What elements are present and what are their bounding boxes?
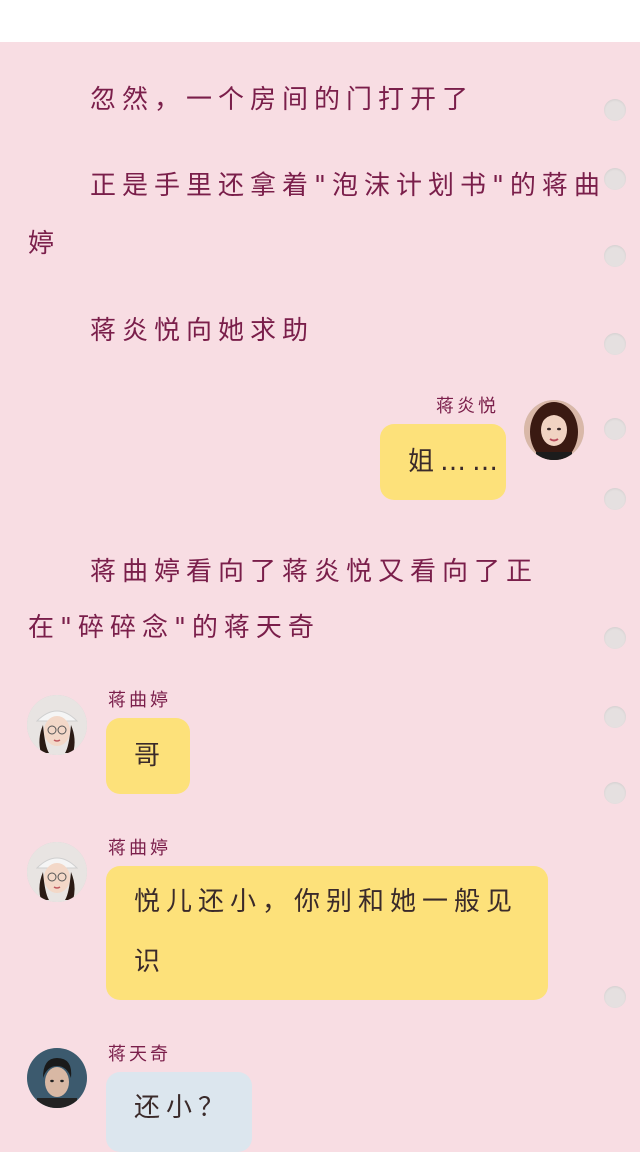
binder-hole-icon [604, 488, 626, 510]
binder-hole-icon [604, 418, 626, 440]
man-dark-hair-avatar[interactable] [27, 1048, 87, 1108]
binder-hole-icon [604, 627, 626, 649]
binder-hole-icon [604, 99, 626, 121]
binder-hole-icon [604, 245, 626, 267]
message-text: 姐…… [408, 447, 505, 477]
sender-name: 蒋曲婷 [108, 690, 171, 711]
message-text: 还小？ [134, 1093, 231, 1123]
binder-hole-icon [604, 986, 626, 1008]
binder-hole-icon [604, 782, 626, 804]
narration-line: 在"碎碎念"的蒋天奇 [28, 613, 320, 643]
message-text: 哥 [134, 741, 167, 771]
message-text: 悦儿还小，你别和她一般见 [134, 887, 519, 917]
woman-dark-hair-avatar[interactable] [524, 400, 584, 460]
sender-name: 蒋天奇 [108, 1044, 171, 1065]
top-status-area [0, 0, 640, 42]
narration-line: 婷 [28, 229, 61, 259]
message-bubble[interactable]: 哥 [106, 718, 190, 794]
message-bubble[interactable]: 姐…… [380, 424, 506, 500]
binder-hole-icon [604, 706, 626, 728]
narration-line: 蒋曲婷看向了蒋炎悦又看向了正 [90, 557, 539, 587]
narration-line: 正是手里还拿着"泡沫计划书"的蒋曲 [90, 171, 606, 201]
message-text: 识 [134, 947, 167, 977]
sender-name: 蒋曲婷 [108, 838, 171, 859]
message-bubble[interactable]: 还小？ [106, 1072, 252, 1152]
sender-name: 蒋炎悦 [436, 396, 499, 417]
message-bubble[interactable]: 悦儿还小，你别和她一般见 识 [106, 866, 548, 1000]
binder-hole-icon [604, 333, 626, 355]
woman-white-cap-avatar[interactable] [27, 842, 87, 902]
narration-line: 忽然，一个房间的门打开了 [90, 85, 475, 115]
woman-white-cap-avatar[interactable] [27, 695, 87, 755]
binder-hole-icon [604, 168, 626, 190]
narration-line: 蒋炎悦向她求助 [90, 316, 315, 346]
